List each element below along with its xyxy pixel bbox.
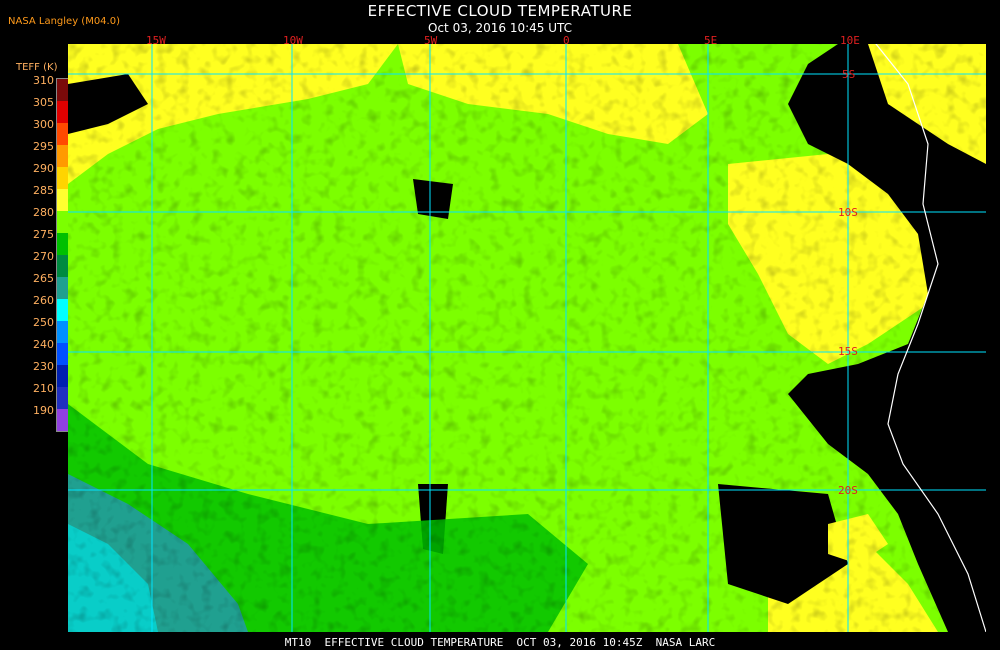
lon-label-5e: 5E: [704, 34, 718, 47]
lon-label-5w: 5W: [424, 34, 438, 47]
color-bar-tick-label: 240: [33, 338, 54, 351]
lon-label-10w: 10W: [283, 34, 303, 47]
color-bar-tick-label: 230: [33, 360, 54, 373]
lon-label-15w: 15W: [146, 34, 166, 47]
color-bar-tick-label: 260: [33, 294, 54, 307]
legend-title: TEFF (K): [16, 62, 58, 73]
color-bar-tick-label: 290: [33, 162, 54, 175]
cloud-temperature-map: [68, 44, 986, 632]
color-bar-tick-label: 295: [33, 140, 54, 153]
footer-caption: MT10 EFFECTIVE CLOUD TEMPERATURE OCT 03,…: [284, 636, 716, 649]
map-subtitle: Oct 03, 2016 10:45 UTC: [428, 21, 572, 35]
color-bar-tick-label: 250: [33, 316, 54, 329]
color-bar-tick-label: 265: [33, 272, 54, 285]
lat-label-15s: 15S: [838, 345, 858, 358]
map-title: EFFECTIVE CLOUD TEMPERATURE: [367, 2, 633, 20]
color-bar-tick-label: 300: [33, 118, 54, 131]
color-bar-tick-label: 190: [33, 404, 54, 417]
color-bar-tick-label: 305: [33, 96, 54, 109]
color-bar-tick-label: 275: [33, 228, 54, 241]
color-bar-tick-label: 270: [33, 250, 54, 263]
lon-label-0: 0: [563, 34, 570, 47]
color-bar-tick-label: 310: [33, 74, 54, 87]
lat-label-10s: 10S: [838, 206, 858, 219]
color-bar-tick-label: 280: [33, 206, 54, 219]
color-bar-tick-label: 285: [33, 184, 54, 197]
color-bar-tick-label: 210: [33, 382, 54, 395]
lat-label-20s: 20S: [838, 484, 858, 497]
lon-label-10e: 10E: [840, 34, 860, 47]
lat-label-5s: 5S: [842, 68, 856, 81]
